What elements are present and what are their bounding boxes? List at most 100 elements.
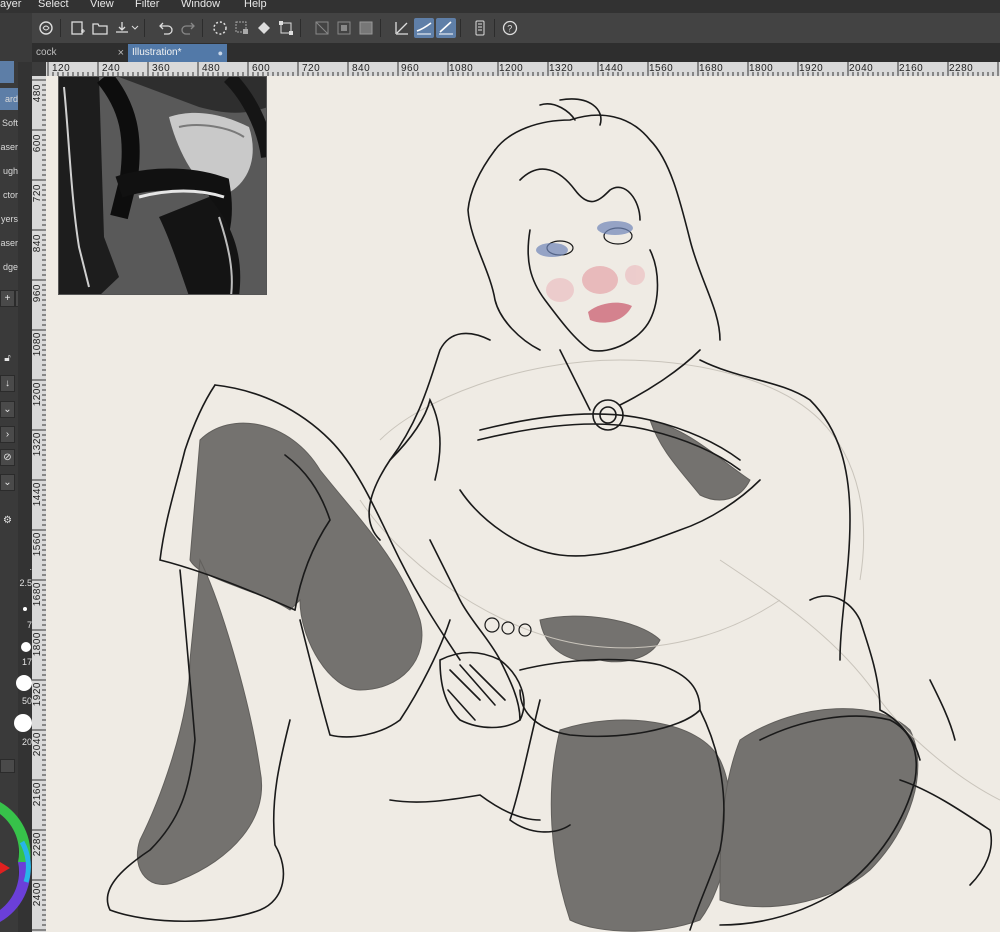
- menu-view[interactable]: View: [90, 0, 114, 10]
- chevron-down-icon[interactable]: ⌄: [0, 401, 15, 418]
- chevron-down-icon[interactable]: [130, 18, 140, 38]
- ruler-label: 720: [32, 184, 43, 203]
- eyeshadow-right: [597, 221, 633, 235]
- subtool-item[interactable]: ctor: [0, 184, 18, 206]
- brush-dot[interactable]: [21, 642, 31, 652]
- ruler-label: 1440: [32, 482, 43, 507]
- option-icon[interactable]: ⊘: [0, 449, 15, 466]
- construction-line: [379, 359, 865, 581]
- ruler-label: 1320: [549, 63, 574, 74]
- menu-filter[interactable]: Filter: [135, 0, 159, 10]
- lips: [588, 302, 632, 323]
- sub-view-icon[interactable]: [36, 18, 56, 38]
- subtool-item[interactable]: aser: [0, 136, 18, 158]
- close-icon[interactable]: ×: [118, 44, 124, 62]
- crotch-hatch: [447, 664, 506, 721]
- svg-text:?: ?: [507, 24, 512, 34]
- open-icon[interactable]: [90, 18, 110, 38]
- color-wheel[interactable]: [0, 802, 32, 932]
- document-tabs: cock × Illustration* ●: [32, 43, 1000, 62]
- shadow-fill: [550, 719, 731, 932]
- menu-bar: ayer Select View Filter Window Help: [0, 0, 1000, 13]
- loading-icon[interactable]: [210, 18, 230, 38]
- ruler-label: 720: [302, 63, 321, 74]
- save-icon[interactable]: [112, 18, 132, 38]
- snap-ruler-icon[interactable]: [414, 18, 434, 38]
- brush-size[interactable]: 17: [18, 657, 32, 667]
- ground-line: [389, 794, 541, 821]
- fill-icon[interactable]: [254, 18, 274, 38]
- scroll-icon[interactable]: [0, 759, 15, 773]
- ruler-label: 2040: [32, 732, 43, 757]
- menu-window[interactable]: Window: [181, 0, 220, 10]
- ruler-label: 960: [32, 284, 43, 303]
- add-subtool-icon[interactable]: +: [0, 290, 15, 307]
- menu-layer[interactable]: ayer: [0, 0, 21, 10]
- brush-dot[interactable]: [16, 675, 32, 691]
- vertical-ruler: 480 600 720 840 960 1080 1200 1320 1440 …: [32, 76, 46, 932]
- ruler-label: 840: [32, 234, 43, 253]
- shadow-fill: [136, 558, 262, 885]
- new-icon[interactable]: [68, 18, 88, 38]
- reference-image[interactable]: [58, 76, 267, 295]
- brush-size[interactable]: 7: [18, 620, 32, 630]
- snap-grid-icon[interactable]: [436, 18, 456, 38]
- ruler-label: 2400: [32, 882, 43, 907]
- hand-line: [429, 539, 521, 721]
- ruler-label: 2280: [32, 832, 43, 857]
- help-icon[interactable]: ?: [500, 18, 520, 38]
- hide-selection-icon[interactable]: [312, 18, 332, 38]
- tab-label: cock: [36, 47, 57, 58]
- ruler-label: 120: [52, 63, 71, 74]
- fill-selection-icon[interactable]: [356, 18, 376, 38]
- command-bar: ?: [32, 13, 1000, 44]
- blush-nose: [582, 266, 618, 294]
- ruler-label: 360: [152, 63, 171, 74]
- tab-cock[interactable]: cock ×: [32, 44, 128, 62]
- menu-help[interactable]: Help: [244, 0, 267, 10]
- download-icon[interactable]: ↓: [0, 375, 15, 392]
- stabilizer-icon[interactable]: [392, 18, 412, 38]
- subtool-item[interactable]: ugh: [0, 160, 18, 182]
- ruler-label: 1920: [32, 682, 43, 707]
- smartphone-icon[interactable]: [470, 18, 490, 38]
- ground-line: [929, 679, 956, 741]
- ruler-label: 240: [102, 63, 121, 74]
- brush-size[interactable]: .: [18, 562, 32, 572]
- transform-icon[interactable]: [276, 18, 296, 38]
- brush-size[interactable]: 20: [18, 737, 32, 747]
- selection-icon[interactable]: [232, 18, 252, 38]
- subtool-item[interactable]: yers: [0, 208, 18, 230]
- arm-line: [368, 332, 491, 541]
- ruler-label: 960: [401, 63, 420, 74]
- gear-icon[interactable]: ⚙︎: [0, 513, 15, 530]
- subtool-item[interactable]: dge: [0, 256, 18, 278]
- ruler-label: 1080: [32, 332, 43, 357]
- redo-icon[interactable]: [178, 18, 198, 38]
- blush-cheek: [625, 265, 645, 285]
- brush-size[interactable]: 50: [18, 696, 32, 706]
- chevron-right-icon[interactable]: ›: [0, 426, 15, 443]
- tab-illustration[interactable]: Illustration* ●: [128, 44, 227, 62]
- chevron-down-icon[interactable]: ⌄: [0, 474, 15, 491]
- subtool-item[interactable]: aser: [0, 232, 18, 254]
- subtool-item[interactable]: Soft: [0, 112, 18, 134]
- shadow-fill: [649, 419, 751, 501]
- knuckle: [501, 621, 515, 635]
- menu-select[interactable]: Select: [38, 0, 69, 10]
- ruler-label: 2040: [849, 63, 874, 74]
- hair-line: [467, 149, 541, 351]
- ruler-label: 1320: [32, 432, 43, 457]
- ruler-label: 1440: [599, 63, 624, 74]
- subtool-item[interactable]: ard: [0, 88, 18, 110]
- lock-icon[interactable]: 🔓︎: [0, 351, 15, 368]
- ruler-label: 1680: [32, 582, 43, 607]
- modified-dot-icon[interactable]: ●: [218, 44, 223, 62]
- ruler-label: 480: [32, 84, 43, 103]
- brush-dot[interactable]: [23, 607, 27, 611]
- clear-icon[interactable]: [334, 18, 354, 38]
- brush-size[interactable]: 2.5: [18, 578, 32, 588]
- brush-dot[interactable]: [14, 714, 32, 732]
- knuckle: [484, 617, 500, 633]
- undo-icon[interactable]: [156, 18, 176, 38]
